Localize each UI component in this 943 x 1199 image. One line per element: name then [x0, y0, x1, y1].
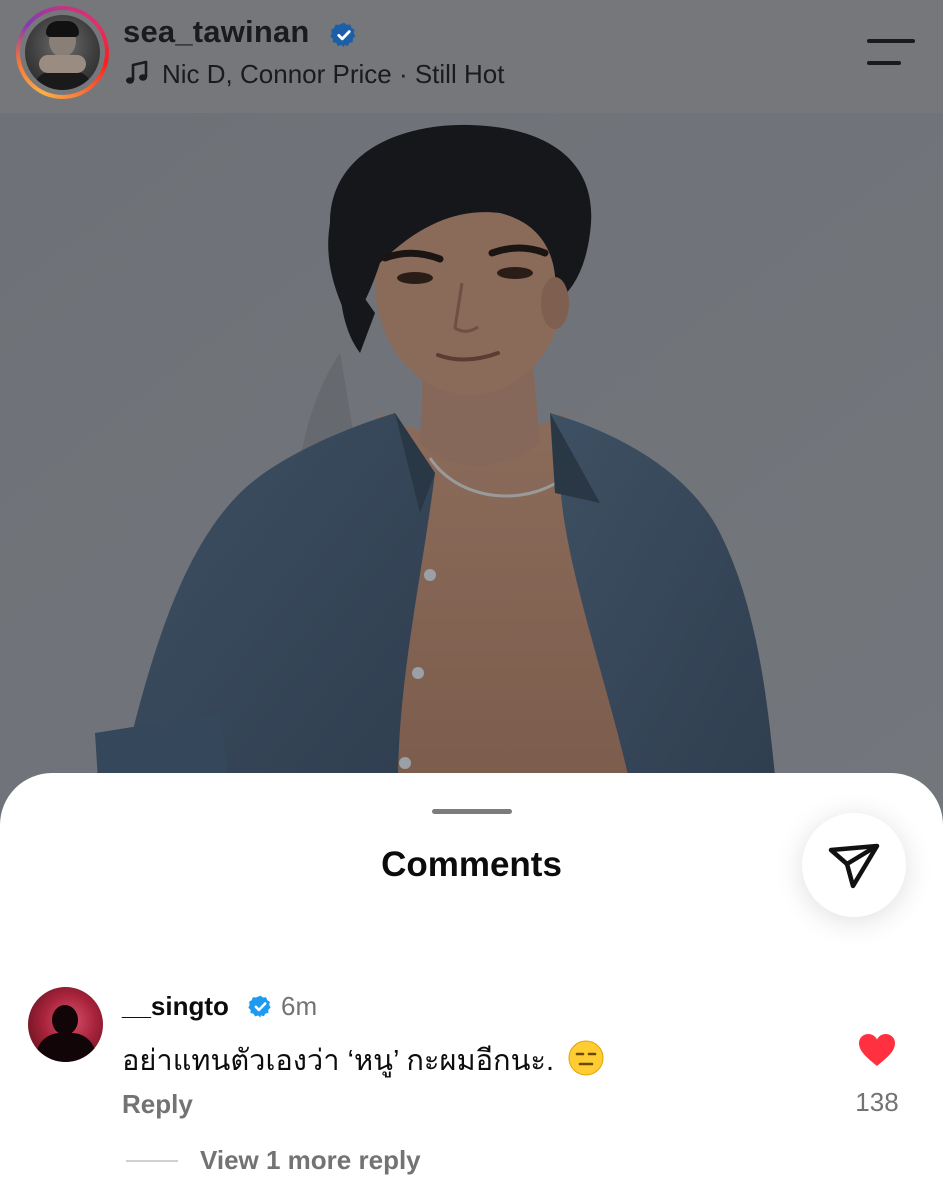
music-track[interactable]: Nic D, Connor Price · Still Hot	[162, 59, 504, 90]
view-more-replies-button[interactable]: View 1 more reply	[200, 1145, 421, 1176]
comment-body: อย่าแทนตัวเองว่า ‘หนู’ กะผมอีกนะ.	[122, 1045, 555, 1077]
reply-button[interactable]: Reply	[122, 1089, 193, 1120]
verified-badge-icon	[330, 22, 356, 48]
like-count: 138	[855, 1087, 899, 1117]
username[interactable]: sea_tawinan	[123, 14, 310, 50]
sheet-drag-handle[interactable]	[432, 809, 512, 814]
comment-text: อย่าแทนตัวเองว่า ‘หนู’ กะผมอีกนะ.	[122, 1037, 604, 1083]
portrait-illustration	[0, 113, 943, 833]
avatar	[25, 15, 100, 90]
post-image	[0, 113, 943, 833]
heart-icon[interactable]	[858, 1033, 896, 1067]
comments-sheet: Comments __singto 6m อย่าแทนตัวเองว่า ‘ห…	[0, 773, 943, 1199]
verified-badge-icon	[248, 995, 271, 1018]
menu-icon[interactable]	[866, 38, 916, 66]
post-header: sea_tawinan Nic D, Connor Price · Still …	[0, 0, 943, 113]
expressionless-face-emoji	[568, 1040, 604, 1076]
commenter-avatar[interactable]	[28, 987, 103, 1062]
replies-divider	[126, 1160, 178, 1162]
share-icon	[828, 843, 880, 889]
share-button[interactable]	[802, 813, 906, 917]
music-note-icon	[126, 60, 148, 84]
story-avatar[interactable]	[16, 6, 109, 99]
commenter-username[interactable]: __singto	[122, 991, 229, 1022]
comment-timestamp: 6m	[281, 991, 318, 1021]
